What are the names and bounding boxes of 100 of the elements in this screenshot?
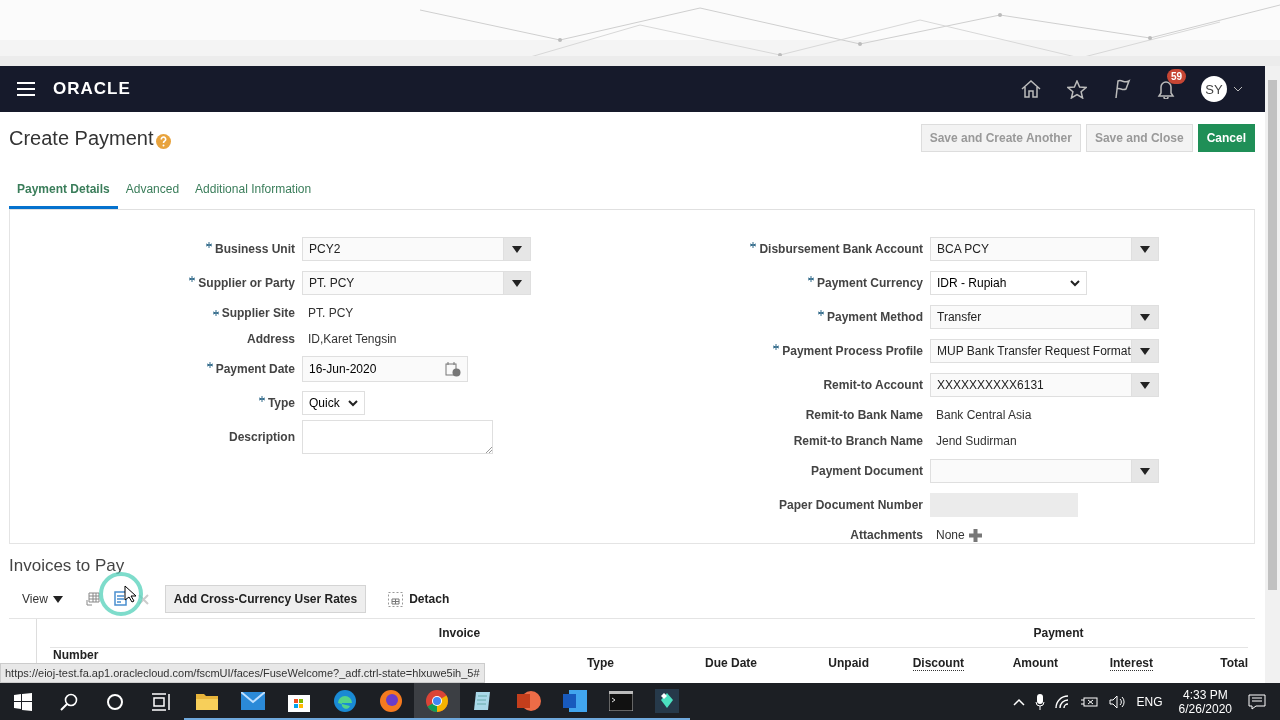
dropdown-field[interactable]: PT. PCY	[302, 271, 531, 295]
dropdown-field[interactable]: Transfer	[930, 305, 1159, 329]
dropdown-button[interactable]	[1131, 374, 1158, 396]
field-label: Address	[246, 332, 295, 346]
caret-icon	[1140, 347, 1150, 355]
dropdown-field[interactable]: BCA PCY	[930, 237, 1159, 261]
caret-icon	[52, 595, 63, 603]
field-label: Remit-to Bank Name	[805, 408, 923, 422]
add-icon[interactable]	[968, 528, 982, 542]
field-value: Jend Sudirman	[935, 434, 1017, 448]
user-avatar[interactable]: SY	[1201, 76, 1227, 102]
notification-icon[interactable]	[1248, 693, 1266, 710]
dropdown-button[interactable]	[1131, 306, 1158, 328]
column-header[interactable]: Discount	[912, 656, 964, 671]
field-label: Attachments	[850, 528, 923, 542]
terminal-icon	[609, 690, 633, 711]
dropdown-button[interactable]	[1131, 340, 1158, 362]
tab[interactable]: Payment Details	[9, 174, 118, 209]
column-header[interactable]: Due Date	[705, 656, 757, 670]
tab[interactable]: Advanced	[117, 174, 188, 209]
caret-icon	[1140, 467, 1150, 475]
field-label: Supplier or Party	[198, 276, 295, 290]
column-group-header: Invoice	[50, 619, 869, 648]
dropdown-button[interactable]	[503, 272, 530, 294]
column-header[interactable]: Type	[586, 656, 614, 670]
clock-time[interactable]: 4:33 PM	[1182, 687, 1228, 702]
dropdown-button[interactable]	[503, 238, 530, 260]
dropdown-button[interactable]	[1131, 238, 1158, 260]
field-label: Remit-to Branch Name	[793, 434, 923, 448]
column-group-header: Payment	[869, 619, 1248, 648]
field-value: None	[936, 528, 965, 542]
field-label: Payment Date	[215, 362, 295, 376]
dropdown-field[interactable]	[930, 459, 1159, 483]
home-icon[interactable]	[1021, 80, 1041, 98]
language-indicator[interactable]: ENG	[1136, 694, 1163, 709]
date-field[interactable]: 16-Jun-2020	[302, 356, 468, 382]
tab[interactable]: Additional Information	[187, 174, 320, 209]
search-icon[interactable]	[60, 692, 78, 711]
folder-icon	[196, 691, 218, 710]
calendar-icon[interactable]	[445, 361, 461, 377]
column-header[interactable]: Total	[1220, 656, 1248, 670]
add-row-icon[interactable]	[113, 591, 130, 607]
column-header[interactable]: Unpaid	[828, 656, 869, 670]
field-label: Supplier Site	[221, 306, 295, 320]
wifi-icon[interactable]	[1054, 694, 1071, 709]
microphone-icon[interactable]	[1034, 693, 1045, 710]
field-label: Payment Document	[810, 464, 923, 478]
chevron-icon[interactable]	[1233, 86, 1243, 92]
notification-badge: 59	[1167, 69, 1187, 84]
field-value: Bank Central Asia	[935, 408, 1032, 422]
cursor-icon	[124, 585, 136, 603]
status-url: https://eioj-test.fa.ap1.oraclecloud.com/fscmUI/faces/FuseWelcome?_adf.ctrl-state=hlxuwe5ih_5#	[0, 663, 485, 683]
bell-icon[interactable]	[1157, 79, 1175, 99]
dropdown-field[interactable]: XXXXXXXXXX6131	[930, 373, 1159, 397]
column-header[interactable]: Amount	[1012, 656, 1058, 670]
field-label: Payment Process Profile	[782, 344, 923, 358]
field-label: Payment Currency	[816, 276, 923, 290]
caret-icon	[1140, 313, 1150, 321]
field-label: Remit-to Account	[823, 378, 923, 392]
caret-icon	[512, 245, 522, 253]
column-header[interactable]: Number	[53, 648, 99, 662]
select-field[interactable]: Quick	[302, 391, 365, 415]
scrollbar[interactable]	[1265, 66, 1280, 683]
chevron-up-icon[interactable]	[1012, 697, 1025, 706]
section-title: Invoices to Pay	[9, 556, 126, 576]
star-icon[interactable]	[1067, 79, 1087, 99]
flag-icon[interactable]	[1113, 79, 1131, 99]
resize-grip-icon[interactable]	[485, 446, 492, 453]
field-label: Type	[267, 396, 295, 410]
caret-icon	[1140, 381, 1150, 389]
document-icon	[563, 689, 587, 712]
windows-icon[interactable]	[14, 692, 32, 711]
dropdown-button[interactable]	[1131, 460, 1158, 482]
cancel-button[interactable]: Cancel	[1197, 124, 1255, 152]
field-label: Payment Method	[827, 310, 923, 324]
task-view-icon[interactable]	[151, 692, 171, 711]
logo[interactable]: ORACLE	[53, 79, 131, 99]
select-field[interactable]: IDR - Rupiah	[930, 271, 1087, 295]
menu-icon[interactable]	[17, 82, 35, 96]
taskbar-app[interactable]	[414, 683, 460, 720]
view-menu[interactable]: View	[19, 589, 66, 609]
caret-icon	[512, 279, 522, 287]
circle-icon[interactable]	[106, 692, 124, 711]
slides-icon	[517, 689, 541, 712]
dropdown-field[interactable]: MUP Bank Transfer Request Format	[930, 339, 1159, 363]
dropdown-field[interactable]: PCY2	[302, 237, 531, 261]
chevron-icon	[347, 399, 358, 407]
field-label: Description	[229, 430, 295, 444]
page-title: Create Payment	[9, 126, 154, 150]
volume-icon[interactable]	[1108, 694, 1127, 709]
chevron-icon	[1070, 279, 1080, 287]
detach-button[interactable]: Detach	[382, 590, 456, 608]
add-rates-button[interactable]: Add Cross-Currency User Rates	[164, 585, 367, 613]
clock-date[interactable]: 6/26/2020	[1178, 701, 1232, 716]
field-value: ID,Karet Tengsin	[307, 332, 397, 346]
battery-icon[interactable]	[1080, 695, 1099, 708]
globe-icon	[380, 689, 402, 712]
column-header[interactable]: Interest	[1109, 656, 1153, 671]
swirl-icon	[334, 689, 356, 712]
field-label: Paper Document Number	[778, 498, 923, 512]
